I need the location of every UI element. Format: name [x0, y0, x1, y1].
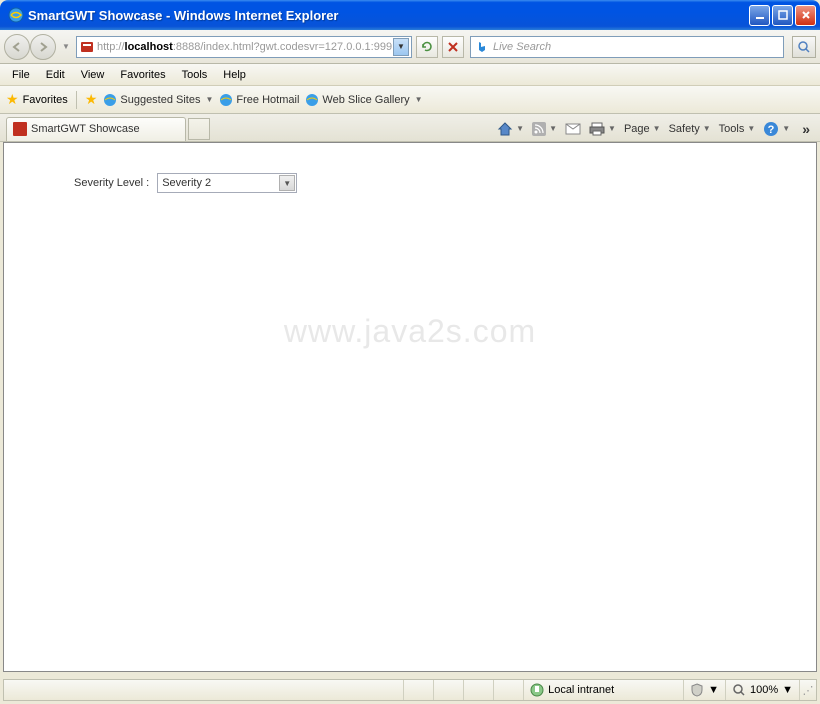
print-button[interactable]: ▼ — [589, 122, 616, 136]
chevron-down-icon: ▼ — [549, 124, 557, 133]
overflow-chevron[interactable]: » — [802, 121, 810, 137]
menu-tools[interactable]: Tools — [174, 66, 216, 84]
svg-text:?: ? — [768, 124, 775, 136]
chevron-down-icon: ▼ — [516, 124, 524, 133]
severity-select[interactable]: Severity 2 ▼ — [157, 173, 297, 193]
window-titlebar: SmartGWT Showcase - Windows Internet Exp… — [0, 0, 820, 30]
status-cell — [434, 680, 464, 700]
minimize-button[interactable] — [749, 5, 770, 26]
security-zone[interactable]: Local intranet — [524, 680, 684, 700]
nav-arrows — [4, 34, 56, 60]
window-title: SmartGWT Showcase - Windows Internet Exp… — [28, 8, 749, 23]
refresh-button[interactable] — [416, 36, 438, 58]
add-favorite-button[interactable]: ★ — [85, 91, 98, 108]
tools-menu[interactable]: Tools ▼ — [719, 123, 756, 135]
favorites-bar: ★ Favorites ★ Suggested Sites ▼ Free Hot… — [0, 86, 820, 114]
ie-icon — [305, 93, 319, 107]
protected-mode[interactable]: ▼ — [684, 680, 726, 700]
menu-bar: File Edit View Favorites Tools Help — [0, 64, 820, 86]
menu-edit[interactable]: Edit — [38, 66, 73, 84]
zoom-control[interactable]: 100% ▼ — [726, 680, 800, 700]
address-bar[interactable]: http://localhost:8888/index.html?gwt.cod… — [76, 36, 412, 58]
site-icon — [79, 39, 95, 55]
search-button[interactable] — [792, 36, 816, 58]
shield-icon — [690, 683, 704, 697]
window-controls — [749, 5, 816, 26]
tab-smartgwt-showcase[interactable]: SmartGWT Showcase — [6, 117, 186, 141]
home-icon — [497, 121, 513, 137]
mail-icon — [565, 123, 581, 135]
printer-icon — [589, 122, 605, 136]
chevron-down-icon: ▼ — [782, 124, 790, 133]
chevron-down-icon: ▼ — [653, 124, 661, 133]
home-button[interactable]: ▼ — [497, 121, 524, 137]
help-button[interactable]: ? ▼ — [763, 121, 790, 137]
select-dropdown-arrow[interactable]: ▼ — [279, 175, 295, 191]
rss-icon — [532, 122, 546, 136]
stop-button[interactable] — [442, 36, 464, 58]
address-dropdown[interactable]: ▼ — [393, 38, 409, 56]
bing-icon — [475, 40, 489, 54]
mail-button[interactable] — [565, 123, 581, 135]
ie-app-icon — [8, 7, 24, 23]
status-message — [4, 680, 404, 700]
divider — [76, 91, 77, 109]
chevron-down-icon: ▼ — [703, 124, 711, 133]
menu-favorites[interactable]: Favorites — [112, 66, 173, 84]
intranet-icon — [530, 683, 544, 697]
help-icon: ? — [763, 121, 779, 137]
severity-label: Severity Level : — [74, 177, 149, 189]
page-menu[interactable]: Page ▼ — [624, 123, 661, 135]
chevron-down-icon: ▼ — [415, 95, 423, 104]
status-bar: Local intranet ▼ 100% ▼ ⋰ — [3, 679, 817, 701]
address-text: http://localhost:8888/index.html?gwt.cod… — [97, 41, 393, 53]
nav-history-dropdown[interactable]: ▼ — [60, 34, 72, 60]
search-box[interactable]: Live Search — [470, 36, 784, 58]
forward-button[interactable] — [30, 34, 56, 60]
ie-icon — [103, 93, 117, 107]
command-bar: ▼ ▼ ▼ Page ▼ Safety ▼ Tools ▼ ? ▼ » — [497, 121, 814, 137]
status-cell — [494, 680, 524, 700]
status-cell — [404, 680, 434, 700]
tab-favicon — [13, 122, 27, 136]
watermark-text: www.java2s.com — [284, 313, 536, 350]
tab-bar: SmartGWT Showcase ▼ ▼ ▼ Page ▼ Safety ▼ … — [0, 114, 820, 142]
chevron-down-icon: ▼ — [206, 95, 214, 104]
close-button[interactable] — [795, 5, 816, 26]
safety-menu[interactable]: Safety ▼ — [669, 123, 711, 135]
search-placeholder: Live Search — [493, 41, 551, 53]
page-content: Severity Level : Severity 2 ▼ www.java2s… — [3, 142, 817, 672]
menu-help[interactable]: Help — [215, 66, 254, 84]
menu-view[interactable]: View — [73, 66, 113, 84]
tab-title: SmartGWT Showcase — [31, 123, 140, 135]
free-hotmail-link[interactable]: Free Hotmail — [219, 93, 299, 107]
zoom-value: 100% — [750, 684, 778, 696]
star-icon: ★ — [6, 91, 19, 108]
severity-form-row: Severity Level : Severity 2 ▼ — [74, 173, 776, 193]
nav-bar: ▼ http://localhost:8888/index.html?gwt.c… — [0, 30, 820, 64]
ie-icon — [219, 93, 233, 107]
maximize-button[interactable] — [772, 5, 793, 26]
menu-file[interactable]: File — [4, 66, 38, 84]
severity-value: Severity 2 — [162, 177, 292, 189]
favorites-label: Favorites — [23, 94, 68, 106]
zoom-icon — [732, 683, 746, 697]
web-slice-gallery-link[interactable]: Web Slice Gallery ▼ — [305, 93, 422, 107]
star-add-icon: ★ — [85, 91, 98, 108]
back-button[interactable] — [4, 34, 30, 60]
zone-label: Local intranet — [548, 684, 614, 696]
new-tab-button[interactable] — [188, 118, 210, 140]
status-cell — [464, 680, 494, 700]
chevron-down-icon: ▼ — [708, 684, 719, 696]
chevron-down-icon: ▼ — [782, 684, 793, 696]
feeds-button[interactable]: ▼ — [532, 122, 557, 136]
chevron-down-icon: ▼ — [747, 124, 755, 133]
suggested-sites-link[interactable]: Suggested Sites ▼ — [103, 93, 213, 107]
favorites-button[interactable]: ★ Favorites — [6, 91, 68, 108]
resize-grip[interactable]: ⋰ — [800, 684, 816, 697]
chevron-down-icon: ▼ — [608, 124, 616, 133]
